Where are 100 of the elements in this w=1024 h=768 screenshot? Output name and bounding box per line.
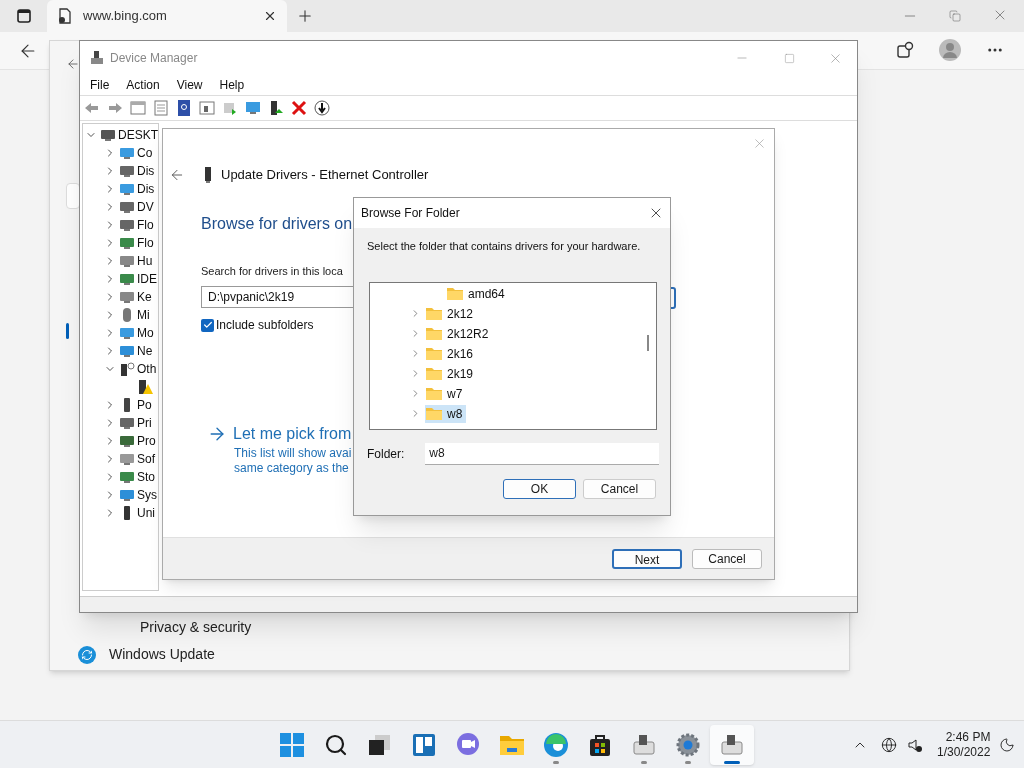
tree-item[interactable]: Mo [137, 324, 154, 342]
warning-device-icon [137, 379, 153, 395]
dialog-button[interactable]: Cancel [583, 478, 656, 499]
tree-item[interactable]: Sof [137, 450, 155, 468]
windows-logo-icon [279, 731, 305, 758]
delete-icon[interactable] [289, 98, 309, 118]
settings-nav-item[interactable]: Windows Update [109, 644, 215, 665]
settings-nav-item[interactable]: Privacy & security [140, 617, 252, 638]
tree-item[interactable]: DV [137, 198, 154, 216]
monitor-icon [119, 145, 135, 161]
tree-item[interactable]: DESKT [118, 126, 158, 144]
menu-item[interactable]: View [176, 76, 203, 94]
link[interactable]: Let me pick from [233, 422, 352, 446]
unknown-device-icon [119, 361, 135, 377]
folder-icon [425, 346, 443, 361]
tree-item[interactable]: Pro [137, 432, 156, 450]
scrollbar-thumb [647, 334, 649, 351]
network-icon [119, 343, 135, 359]
folder-item[interactable]: 2k16 [425, 344, 478, 363]
tree-item[interactable]: Ke [137, 288, 152, 306]
description-text: This list will show avai [234, 446, 352, 461]
tree-item[interactable]: Dis [137, 162, 155, 180]
description-text: same category as the [234, 461, 349, 476]
pane-icon[interactable] [197, 98, 217, 118]
display-adapter-icon [119, 181, 135, 197]
search-icon [324, 732, 348, 757]
tree-item[interactable]: Sto [137, 468, 155, 486]
tree-item[interactable]: Flo [137, 234, 154, 252]
maximize-icon[interactable] [784, 53, 795, 64]
folder-icon [425, 326, 443, 341]
dialog-title: Update Drivers - Ethernet Controller [221, 166, 429, 184]
circuit-board-icon [119, 271, 135, 287]
tab-actions-icon[interactable] [17, 9, 31, 23]
folder-icon [425, 366, 443, 381]
drive-icon [119, 199, 135, 215]
menu-item[interactable]: Help [219, 76, 245, 94]
folder-icon [425, 306, 443, 321]
tree-item[interactable]: Uni [137, 504, 155, 522]
tree-item[interactable]: Flo [137, 216, 154, 234]
download-icon[interactable] [312, 98, 332, 118]
tree-item[interactable]: Pri [137, 414, 152, 432]
page-icon [57, 8, 73, 24]
computer-icon [90, 51, 104, 65]
browser-icon [543, 731, 569, 758]
tree-item[interactable]: Dis [137, 180, 155, 198]
software-component-icon [119, 451, 135, 467]
processor-icon [119, 433, 135, 449]
selection-indicator [66, 323, 69, 339]
window-title: Device Manager [110, 50, 198, 67]
clock-date[interactable]: 1/30/2022 [937, 744, 991, 760]
folder-item[interactable]: 2k12R2 [425, 324, 493, 343]
close-tab-icon[interactable] [263, 9, 277, 23]
widgets-icon [411, 731, 437, 758]
storage-controller-icon [119, 469, 135, 485]
network-icon[interactable] [881, 736, 897, 753]
monitor-icon [119, 325, 135, 341]
restore-icon[interactable] [949, 10, 961, 22]
taskbar-app[interactable] [710, 724, 754, 765]
folder-item[interactable]: w7 [425, 384, 467, 403]
dialog-button[interactable]: Cancel [692, 548, 762, 569]
instruction-text: Select the folder that contains drivers for your hardware. [367, 239, 642, 254]
collections-icon[interactable] [896, 41, 914, 59]
clock-time[interactable]: 2:46 PM [945, 729, 991, 745]
circuit-board-icon [119, 235, 135, 251]
avatar-icon[interactable] [939, 39, 961, 61]
folder-item[interactable]: 2k19 [425, 364, 478, 383]
dialog-title: Browse For Folder [361, 205, 460, 222]
keyboard-icon [119, 253, 135, 269]
checkbox-label: Include subfolders [216, 317, 314, 334]
tab-title: www.bing.com [83, 7, 168, 26]
new-tab-icon[interactable] [296, 7, 314, 25]
folder-icon [425, 386, 443, 401]
gear-icon [675, 731, 701, 758]
drive-icon [119, 217, 135, 233]
menu-item[interactable]: Action [126, 76, 160, 94]
printer-icon [119, 415, 135, 431]
dialog-button[interactable]: OK [503, 478, 576, 499]
tree-item[interactable]: Oth [137, 360, 157, 378]
field-label: Search for drivers in this loca [201, 263, 343, 279]
update-icon [78, 645, 96, 664]
dialog-button[interactable]: Next [612, 548, 682, 569]
tree-item[interactable]: Po [137, 396, 152, 414]
focus-assist-icon[interactable] [999, 736, 1016, 753]
tree-item[interactable]: IDE [137, 270, 157, 288]
tree-item[interactable]: Hu [137, 252, 153, 270]
field-label: Folder: [367, 445, 405, 463]
dialog-heading: Browse for drivers on [201, 213, 353, 234]
folder-icon [446, 286, 464, 301]
folder-name-field[interactable]: w8 [425, 442, 660, 465]
tree-item[interactable]: Mi [137, 306, 150, 324]
browser-tab[interactable]: www.bing.com [47, 0, 287, 32]
system-device-icon [119, 487, 135, 503]
muted-speaker-icon[interactable] [907, 736, 923, 753]
tree-item[interactable]: Sys [137, 486, 157, 504]
tree-item[interactable]: Ne [137, 342, 153, 360]
menu-item[interactable]: File [90, 76, 110, 94]
chat-icon [455, 731, 481, 758]
tree-item[interactable]: Co [137, 144, 153, 162]
checkbox[interactable] [201, 318, 214, 332]
folder-item[interactable]: w8 [425, 404, 467, 423]
